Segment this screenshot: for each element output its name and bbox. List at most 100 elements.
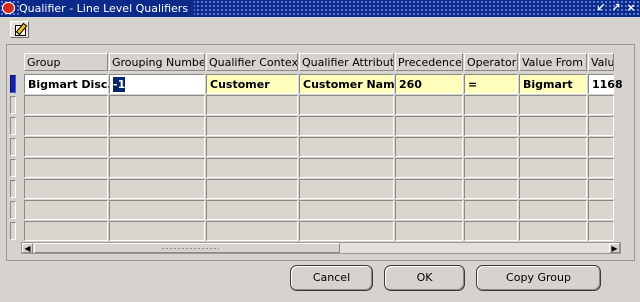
empty-grid-cell[interactable] xyxy=(24,179,108,199)
empty-grid-cell[interactable] xyxy=(395,200,463,220)
empty-grid-cell[interactable] xyxy=(24,95,108,115)
empty-grid-cell[interactable] xyxy=(588,179,614,199)
empty-grid-cell[interactable] xyxy=(588,116,614,136)
empty-grid-cell[interactable] xyxy=(395,179,463,199)
empty-grid-cell[interactable] xyxy=(519,137,587,157)
empty-grid-cell[interactable] xyxy=(24,116,108,136)
column-header-value-to: Value xyxy=(588,53,614,71)
empty-grid-cell[interactable] xyxy=(395,95,463,115)
empty-grid-cell[interactable] xyxy=(109,137,205,157)
row-indicator[interactable] xyxy=(10,222,16,240)
row-indicator[interactable] xyxy=(10,138,16,156)
row-indicator[interactable] xyxy=(10,96,16,114)
qualifier-attribute-field[interactable]: Customer Name xyxy=(299,74,402,94)
empty-grid-cell[interactable] xyxy=(464,158,518,178)
empty-grid-cell[interactable] xyxy=(299,200,394,220)
qualifier-context-field[interactable]: Customer xyxy=(206,74,298,94)
precedence-field[interactable]: 260 xyxy=(395,74,463,94)
qualifier-window: Qualifier - Line Level Qualifiers ↙ ↗ × … xyxy=(0,0,640,302)
copy-group-button[interactable]: Copy Group xyxy=(476,265,601,291)
empty-grid-cell[interactable] xyxy=(519,95,587,115)
operator-field[interactable]: = xyxy=(464,74,518,94)
empty-grid-cell[interactable] xyxy=(464,221,518,241)
empty-grid-cell[interactable] xyxy=(24,158,108,178)
scroll-grip-icon xyxy=(161,247,219,250)
horizontal-scrollbar[interactable]: ◀ ▶ xyxy=(21,242,621,254)
empty-grid-cell[interactable] xyxy=(206,95,298,115)
empty-grid-cell[interactable] xyxy=(464,116,518,136)
empty-grid-cell[interactable] xyxy=(299,158,394,178)
empty-grid-cell[interactable] xyxy=(395,158,463,178)
qualifier-attribute-value: Customer Name xyxy=(303,78,402,91)
edit-document-button[interactable] xyxy=(10,21,29,38)
ok-button[interactable]: OK xyxy=(384,265,465,291)
operator-value: = xyxy=(468,78,478,91)
column-header-operator: Operator xyxy=(464,53,518,71)
grouping-number-field[interactable]: -1 xyxy=(109,74,205,94)
empty-grid-cell[interactable] xyxy=(206,200,298,220)
empty-grid-cell[interactable] xyxy=(519,200,587,220)
row-indicator-current[interactable] xyxy=(10,75,16,93)
row-indicator[interactable] xyxy=(10,159,16,177)
title-bar[interactable]: Qualifier - Line Level Qualifiers ↙ ↗ × xyxy=(0,0,640,17)
column-header-qualifier-attribute: Qualifier Attribute xyxy=(299,53,394,71)
empty-grid-cell[interactable] xyxy=(588,221,614,241)
empty-grid-cell[interactable] xyxy=(588,137,614,157)
empty-grid-cell[interactable] xyxy=(395,137,463,157)
maximize-icon[interactable]: ↗ xyxy=(609,1,623,15)
cancel-button[interactable]: Cancel xyxy=(290,265,373,291)
empty-grid-cell[interactable] xyxy=(395,116,463,136)
empty-grid-cell[interactable] xyxy=(299,137,394,157)
scroll-right-icon[interactable]: ▶ xyxy=(609,243,620,253)
empty-grid-cell[interactable] xyxy=(24,200,108,220)
empty-grid-cell[interactable] xyxy=(109,221,205,241)
empty-grid-cell[interactable] xyxy=(299,116,394,136)
empty-grid-cell[interactable] xyxy=(299,221,394,241)
empty-grid-cell[interactable] xyxy=(206,221,298,241)
scroll-left-icon[interactable]: ◀ xyxy=(22,243,33,253)
empty-grid-cell[interactable] xyxy=(109,95,205,115)
oracle-icon xyxy=(2,2,15,14)
group-value: Bigmart Disc. xyxy=(28,78,112,91)
scrollbar-thumb[interactable] xyxy=(34,243,340,253)
empty-grid-cell[interactable] xyxy=(299,179,394,199)
empty-grid-cell[interactable] xyxy=(519,116,587,136)
empty-grid-cell[interactable] xyxy=(519,158,587,178)
close-icon[interactable]: × xyxy=(624,1,638,15)
empty-grid-cell[interactable] xyxy=(109,116,205,136)
empty-grid-cell[interactable] xyxy=(206,116,298,136)
empty-grid-cell[interactable] xyxy=(206,179,298,199)
minimize-icon[interactable]: ↙ xyxy=(594,1,608,15)
qualifier-context-value: Customer xyxy=(210,78,270,91)
empty-grid-cell[interactable] xyxy=(109,200,205,220)
qualifiers-grid: Group Grouping Number Qualifier Context … xyxy=(6,44,635,261)
row-indicator[interactable] xyxy=(10,180,16,198)
empty-grid-cell[interactable] xyxy=(519,179,587,199)
empty-grid-cell[interactable] xyxy=(588,95,614,115)
empty-grid-cell[interactable] xyxy=(395,221,463,241)
window-title: Qualifier - Line Level Qualifiers xyxy=(19,1,195,16)
row-indicator[interactable] xyxy=(10,117,16,135)
precedence-value: 260 xyxy=(399,78,422,91)
empty-grid-cell[interactable] xyxy=(299,95,394,115)
empty-grid-cell[interactable] xyxy=(588,200,614,220)
column-header-qualifier-context: Qualifier Context xyxy=(206,53,298,71)
group-field[interactable]: Bigmart Disc. xyxy=(24,74,112,94)
empty-grid-cell[interactable] xyxy=(464,200,518,220)
empty-grid-cell[interactable] xyxy=(206,158,298,178)
empty-grid-cell[interactable] xyxy=(206,137,298,157)
empty-grid-cell[interactable] xyxy=(24,221,108,241)
empty-grid-cell[interactable] xyxy=(464,179,518,199)
grouping-number-value: -1 xyxy=(113,77,126,92)
empty-grid-cell[interactable] xyxy=(464,137,518,157)
empty-grid-cell[interactable] xyxy=(519,221,587,241)
column-header-value-from: Value From xyxy=(519,53,587,71)
empty-grid-cell[interactable] xyxy=(109,158,205,178)
empty-grid-cell[interactable] xyxy=(24,137,108,157)
value-from-field[interactable]: Bigmart xyxy=(519,74,587,94)
value-to-field[interactable]: 1168 xyxy=(588,74,623,94)
empty-grid-cell[interactable] xyxy=(109,179,205,199)
empty-grid-cell[interactable] xyxy=(464,95,518,115)
empty-grid-cell[interactable] xyxy=(588,158,614,178)
row-indicator[interactable] xyxy=(10,201,16,219)
